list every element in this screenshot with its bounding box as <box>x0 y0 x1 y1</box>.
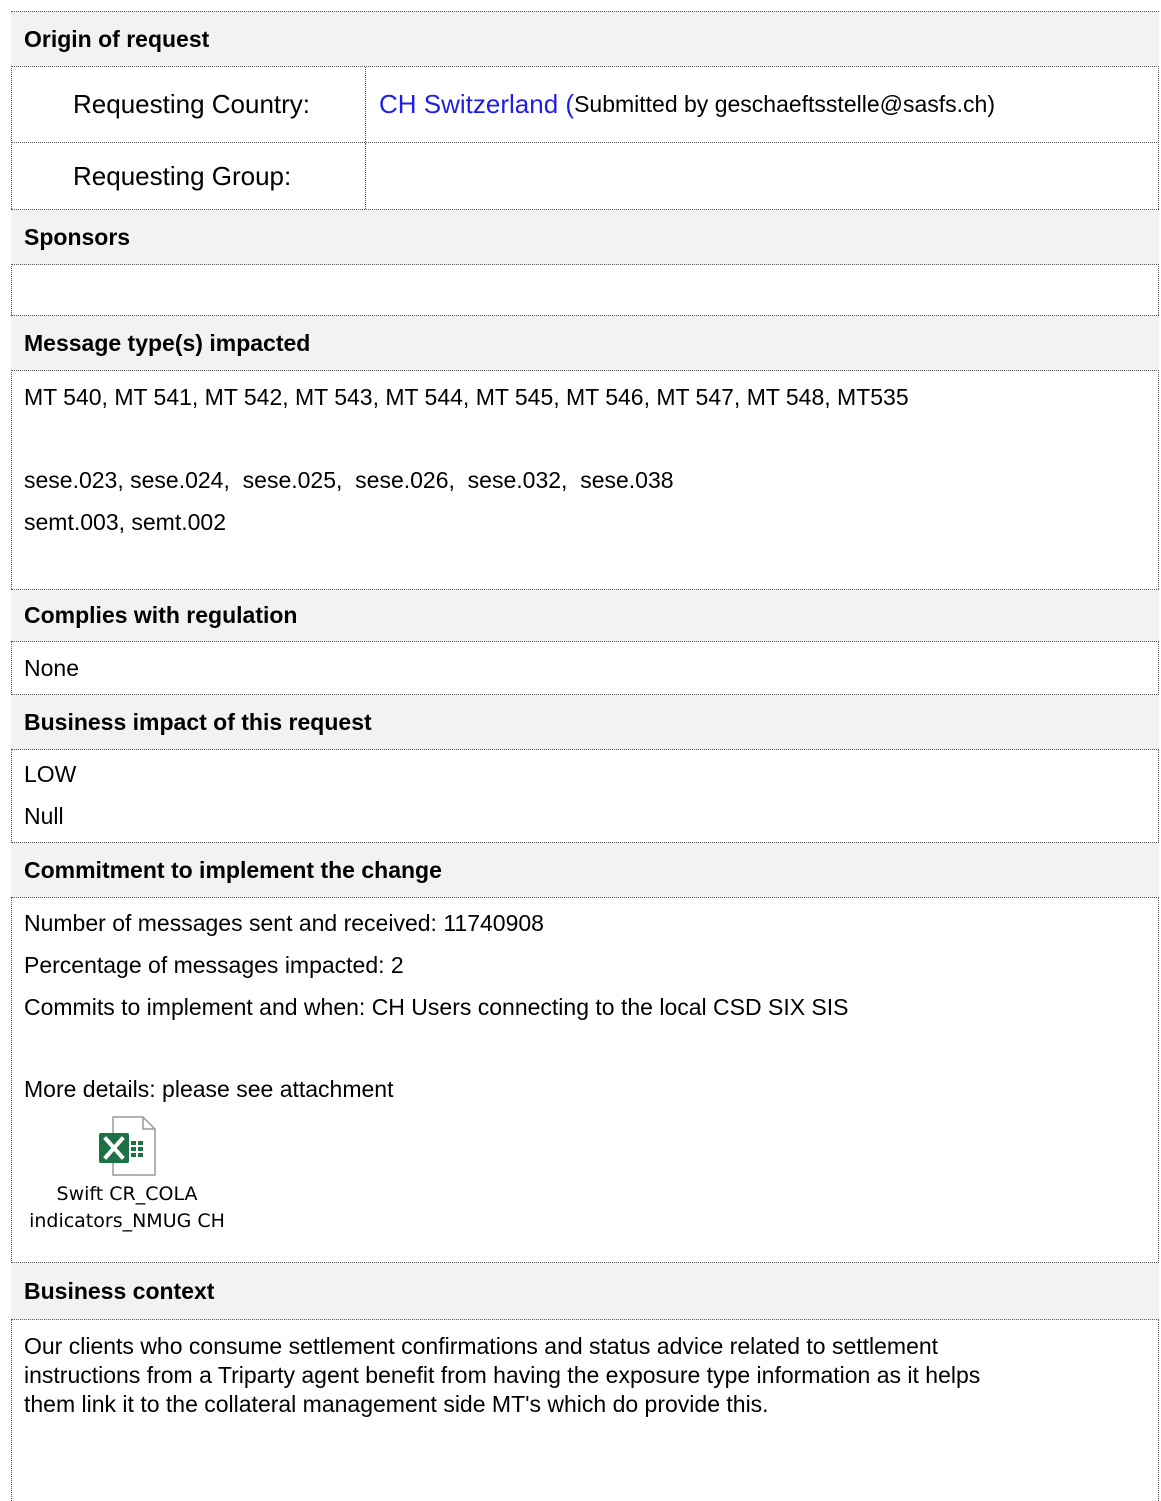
business-impact-note: Null <box>24 803 64 829</box>
regulation-header: Complies with regulation <box>11 589 1159 642</box>
commitment-header-text: Commitment to implement the change <box>24 856 442 883</box>
business-context-line: Our clients who consume settlement confi… <box>24 1333 939 1359</box>
message-types-header: Message type(s) impacted <box>11 315 1159 371</box>
commitment-details: More details: please see attachment <box>24 1076 394 1102</box>
message-types-line-sese: sese.023, sese.024, sese.025, sese.026, … <box>24 467 674 493</box>
submitted-by-text: Submitted by geschaeftsstelle@sasfs.ch) <box>574 91 995 117</box>
commitment-percentage: Percentage of messages impacted: 2 <box>24 952 404 978</box>
business-impact-level: LOW <box>24 761 77 787</box>
requesting-group-label: Requesting Group: <box>11 143 366 209</box>
sponsors-header: Sponsors <box>11 209 1159 265</box>
message-types-header-text: Message type(s) impacted <box>24 329 311 356</box>
attachment[interactable]: Swift CR_COLA indicators_NMUG CH <box>22 1115 232 1235</box>
attachment-name-line2: indicators_NMUG CH <box>29 1210 225 1232</box>
requesting-group-value <box>366 143 1159 209</box>
business-context-body: Our clients who consume settlement confi… <box>11 1332 1159 1419</box>
business-context-line: them link it to the collateral managemen… <box>24 1391 769 1417</box>
commitment-header: Commitment to implement the change <box>11 842 1159 898</box>
message-types-line-semt: semt.003, semt.002 <box>24 509 226 535</box>
attachment-name-line1: Swift CR_COLA <box>56 1183 198 1205</box>
requesting-country-label: Requesting Country: <box>11 67 366 142</box>
origin-header-text: Origin of request <box>24 25 210 52</box>
sponsors-header-text: Sponsors <box>24 223 131 250</box>
business-impact-header: Business impact of this request <box>11 694 1159 750</box>
country-link[interactable]: CH Switzerland ( <box>379 89 574 120</box>
business-context-header-text: Business context <box>24 1277 215 1304</box>
change-request-document: Origin of request Requesting Country: CH… <box>0 0 1161 1501</box>
regulation-value: None <box>24 655 79 681</box>
commitment-messages: Number of messages sent and received: 11… <box>24 910 544 936</box>
regulation-header-text: Complies with regulation <box>24 602 298 628</box>
commitment-commits: Commits to implement and when: CH Users … <box>24 994 849 1020</box>
excel-file-icon <box>99 1116 156 1176</box>
requesting-country-value: CH Switzerland (Submitted by geschaeftss… <box>366 67 1159 142</box>
business-context-line: instructions from a Triparty agent benef… <box>24 1362 981 1388</box>
requesting-country-row: Requesting Country: CH Switzerland (Subm… <box>11 67 1159 143</box>
origin-header: Origin of request <box>11 11 1159 67</box>
business-impact-header-text: Business impact of this request <box>24 708 372 735</box>
sponsors-value <box>11 265 1159 315</box>
business-context-header: Business context <box>11 1262 1159 1320</box>
message-types-line-mt: MT 540, MT 541, MT 542, MT 543, MT 544, … <box>24 384 909 410</box>
requesting-group-row: Requesting Group: <box>11 143 1159 209</box>
